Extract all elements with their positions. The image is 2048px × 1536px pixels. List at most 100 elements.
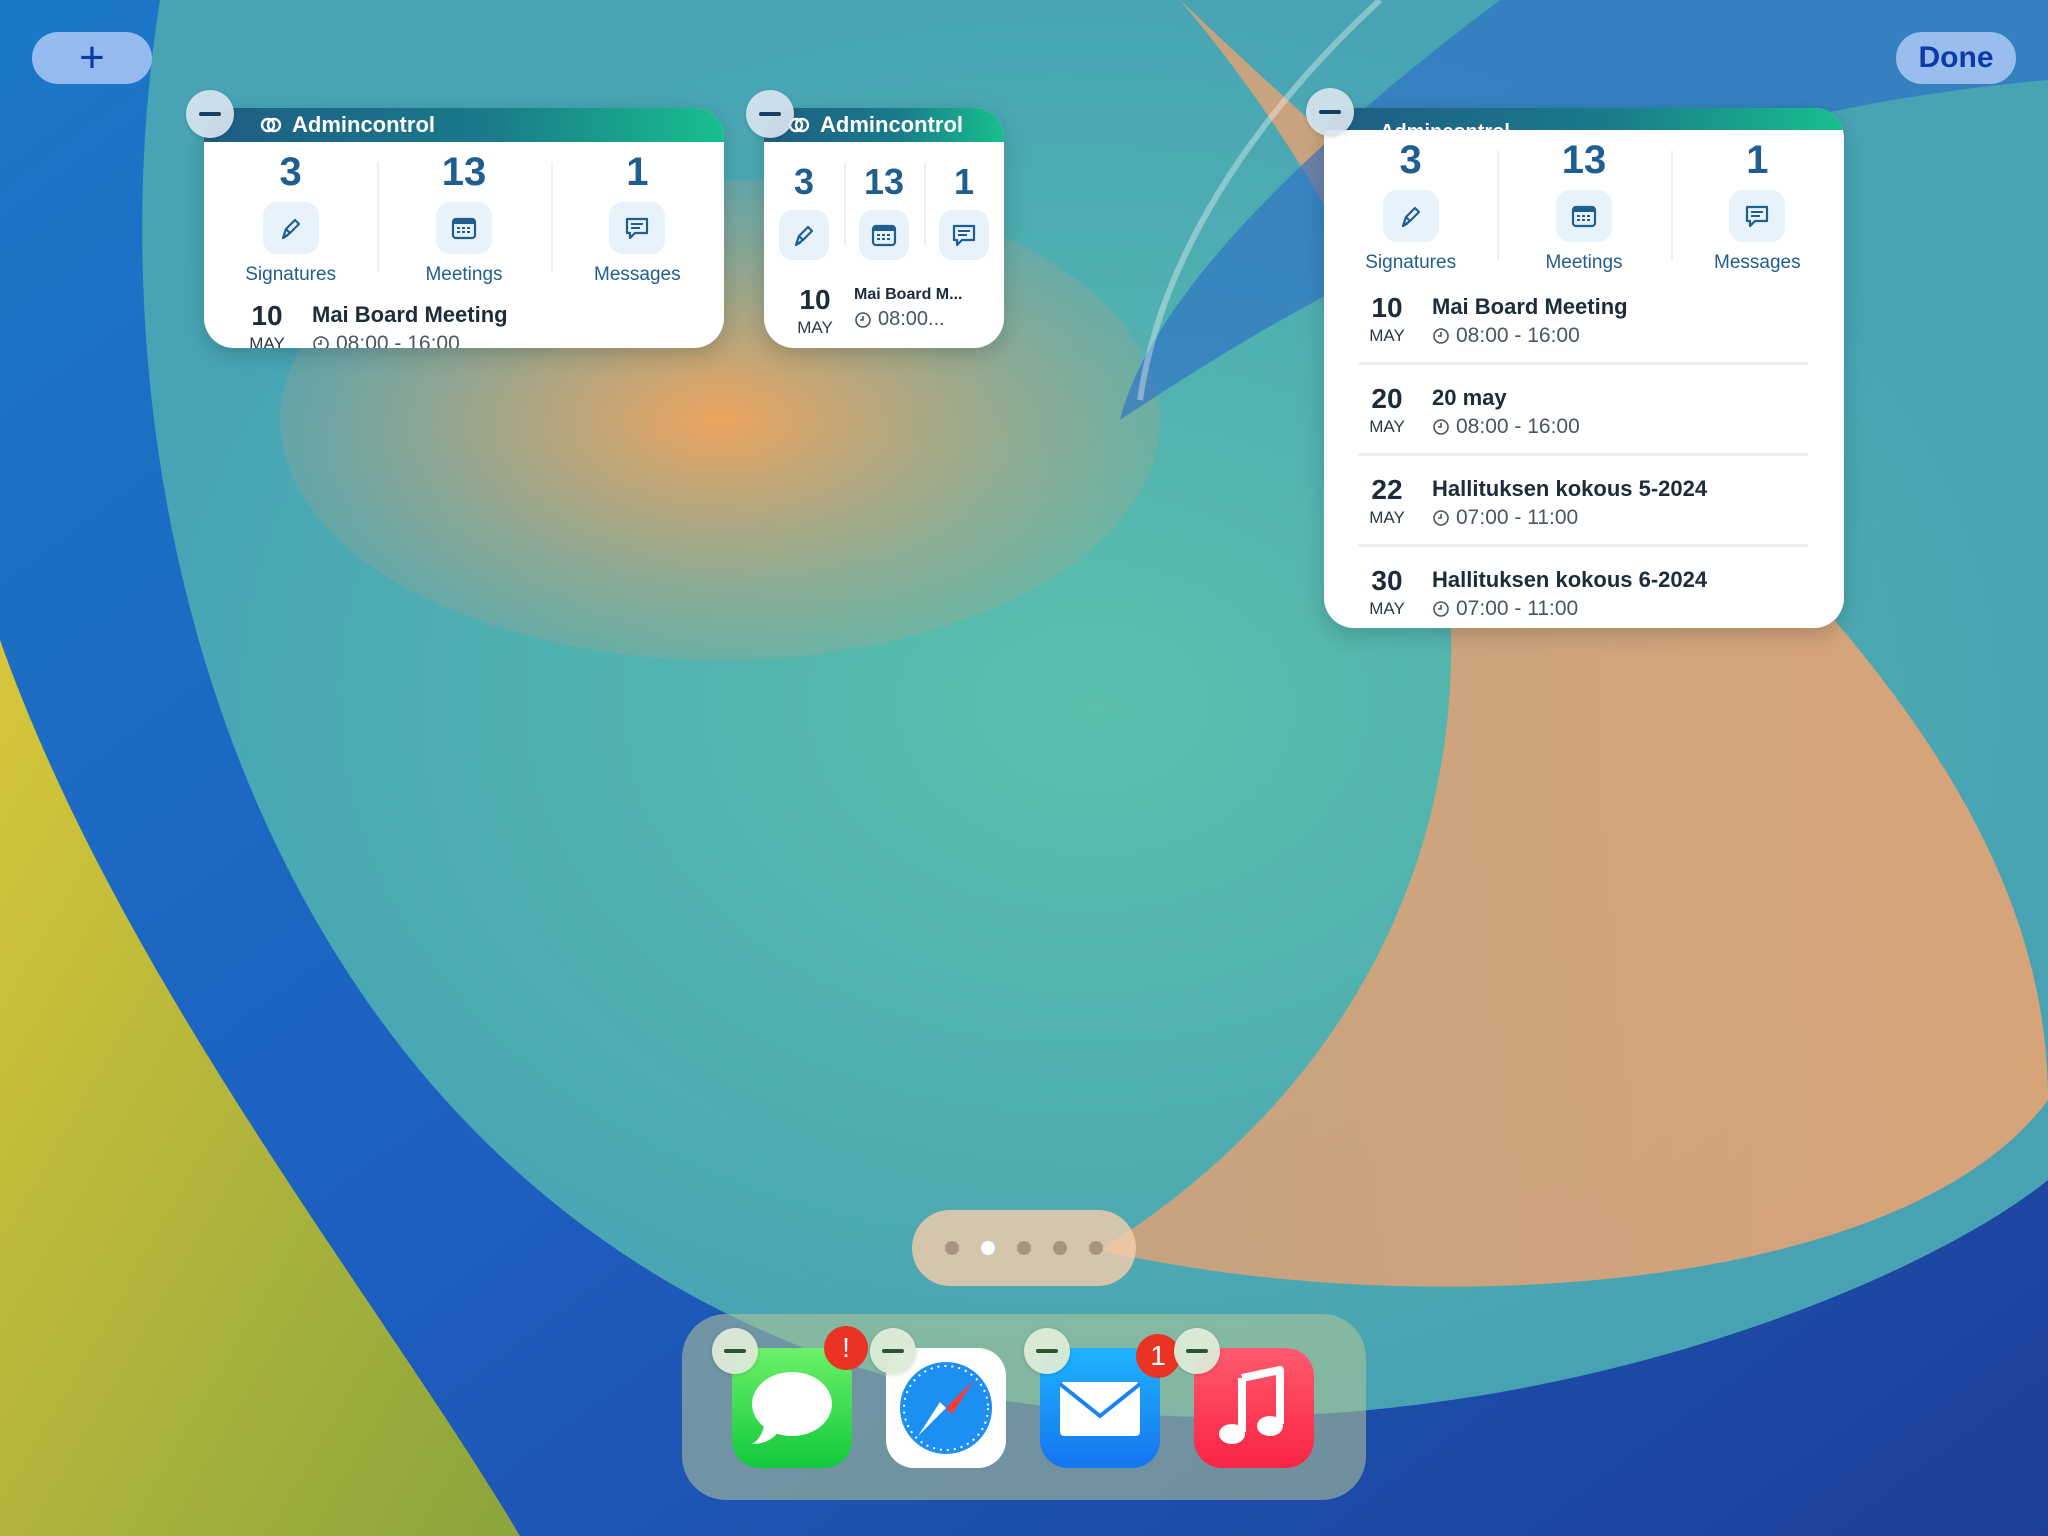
- remove-widget-medium-button[interactable]: [186, 90, 234, 138]
- meeting-title: 20 may: [1432, 385, 1507, 410]
- calendar-icon: [435, 202, 492, 254]
- meeting-title: Mai Board M...: [854, 286, 963, 303]
- message-icon: [939, 210, 989, 260]
- widget-header: Admincontrol: [1324, 108, 1844, 130]
- stat-meetings[interactable]: 13: [844, 142, 924, 260]
- meeting-title: Mai Board Meeting: [312, 302, 508, 327]
- admincontrol-widget-medium[interactable]: Admincontrol 3 Signatures 13 Meetings 1 …: [204, 108, 724, 348]
- meeting-date: 20 MAY: [1358, 385, 1416, 437]
- meeting-day: 30: [1371, 565, 1403, 596]
- message-icon: [1729, 190, 1786, 242]
- widget-header: Admincontrol: [204, 108, 724, 142]
- widget-header: Admincontrol: [764, 108, 1004, 142]
- meetings-count: 13: [441, 150, 487, 194]
- meeting-item[interactable]: 10 MAY Mai Board Meeting 08:00 - 16:00: [1324, 294, 1844, 348]
- meeting-item[interactable]: 20 MAY 20 may 08:00 - 16:00: [1324, 385, 1844, 439]
- meetings-label: Meetings: [425, 264, 503, 285]
- stats-row: 3 Signatures 13 Meetings 1 Messages: [204, 142, 724, 286]
- meeting-time: 07:00 - 11:00: [1432, 597, 1707, 621]
- page-dot[interactable]: [1017, 1241, 1031, 1255]
- stat-signatures[interactable]: 3 Signatures: [1324, 130, 1497, 274]
- stat-messages[interactable]: 1 Messages: [550, 142, 724, 286]
- meeting-date: 10 MAY: [238, 300, 296, 349]
- meeting-day: 10: [251, 300, 283, 331]
- meeting-date: 10 MAY: [1358, 294, 1416, 346]
- meeting-item[interactable]: 10 MAY Mai Board Meeting 08:00 - 16:00: [204, 302, 724, 348]
- stat-messages[interactable]: 1 Messages: [1670, 130, 1844, 274]
- remove-widget-small-button[interactable]: [746, 90, 794, 138]
- stat-meetings[interactable]: 13 Meetings: [377, 142, 550, 286]
- message-icon: [609, 202, 666, 254]
- stat-signatures[interactable]: 3: [764, 142, 844, 260]
- signatures-count: 3: [1399, 138, 1422, 182]
- messages-badge: !: [824, 1326, 868, 1370]
- remove-mail-button[interactable]: [1024, 1328, 1070, 1374]
- clock-icon: [855, 311, 871, 328]
- calendar-icon: [1555, 190, 1612, 242]
- meetings-label: Meetings: [1545, 252, 1623, 273]
- meeting-title: Hallituksen kokous 5-2024: [1432, 476, 1708, 501]
- divider: [1358, 544, 1808, 547]
- pen-icon: [1382, 190, 1439, 242]
- meeting-item[interactable]: 30 MAY Hallituksen kokous 6-2024 07:00 -…: [1324, 567, 1844, 621]
- messages-count: 1: [953, 161, 975, 202]
- meeting-month: MAY: [797, 318, 833, 337]
- page-dot[interactable]: [945, 1241, 959, 1255]
- widget-app-name: Admincontrol: [292, 112, 435, 137]
- admincontrol-widget-large[interactable]: Admincontrol 3 Signatures 13 Meetings 1 …: [1324, 108, 1844, 628]
- messages-count: 1: [626, 150, 649, 194]
- stats-row: 3 Signatures 13 Meetings 1 Messages: [1324, 130, 1844, 274]
- add-widget-button[interactable]: +: [32, 32, 152, 84]
- pen-icon: [262, 202, 319, 254]
- meeting-time: 07:00 - 11:00: [1432, 506, 1707, 530]
- meeting-time: 08:00 - 16:00: [1432, 415, 1580, 439]
- divider: [1358, 453, 1808, 456]
- signatures-label: Signatures: [1365, 252, 1457, 273]
- remove-safari-button[interactable]: [870, 1328, 916, 1374]
- meeting-month: MAY: [249, 334, 285, 348]
- signatures-count: 3: [793, 161, 815, 202]
- admincontrol-logo-icon: [260, 117, 282, 133]
- mail-badge: 1: [1136, 1334, 1180, 1378]
- remove-music-button[interactable]: [1174, 1328, 1220, 1374]
- messages-label: Messages: [594, 264, 681, 285]
- remove-widget-large-button[interactable]: [1306, 88, 1354, 136]
- clock-icon: [1433, 510, 1449, 526]
- meeting-date: 10 MAY: [786, 286, 844, 338]
- clock-icon: [313, 336, 329, 348]
- meeting-time: 08:00...: [854, 308, 962, 331]
- meeting-month: MAY: [1369, 508, 1405, 527]
- meeting-day: 20: [1371, 383, 1403, 414]
- page-dot[interactable]: [1053, 1241, 1067, 1255]
- meeting-time: 08:00 - 16:00: [1432, 324, 1628, 348]
- stat-messages[interactable]: 1: [924, 142, 1004, 260]
- page-indicator[interactable]: [912, 1210, 1136, 1286]
- meeting-title: Hallituksen kokous 6-2024: [1432, 567, 1708, 592]
- widget-app-name: Admincontrol: [820, 112, 963, 137]
- meeting-date: 22 MAY: [1358, 476, 1416, 528]
- calendar-icon: [859, 210, 909, 260]
- meetings-count: 13: [863, 161, 905, 202]
- stats-row: 3 13 1: [764, 142, 1004, 260]
- remove-messages-button[interactable]: [712, 1328, 758, 1374]
- meeting-item[interactable]: 22 MAY Hallituksen kokous 5-2024 07:00 -…: [1324, 476, 1844, 530]
- page-dot-active[interactable]: [981, 1241, 995, 1255]
- divider: [1358, 362, 1808, 365]
- page-dot[interactable]: [1089, 1241, 1103, 1255]
- meetings-count: 13: [1561, 138, 1607, 182]
- clock-icon: [1433, 419, 1449, 435]
- messages-count: 1: [1746, 138, 1769, 182]
- stat-meetings[interactable]: 13 Meetings: [1497, 130, 1670, 274]
- meeting-day: 10: [799, 284, 831, 315]
- pen-icon: [779, 210, 829, 260]
- meeting-month: MAY: [1369, 599, 1405, 618]
- done-button[interactable]: Done: [1896, 32, 2016, 84]
- stat-signatures[interactable]: 3 Signatures: [204, 142, 377, 286]
- admincontrol-widget-small[interactable]: Admincontrol 3 13 1 10 MAY Mai Board M..…: [764, 108, 1004, 348]
- meeting-date: 30 MAY: [1358, 567, 1416, 619]
- signatures-count: 3: [279, 150, 302, 194]
- meeting-day: 10: [1371, 292, 1403, 323]
- meeting-day: 22: [1371, 474, 1403, 505]
- meeting-item[interactable]: 10 MAY Mai Board M... 08:00...: [764, 286, 1004, 338]
- messages-label: Messages: [1714, 252, 1801, 273]
